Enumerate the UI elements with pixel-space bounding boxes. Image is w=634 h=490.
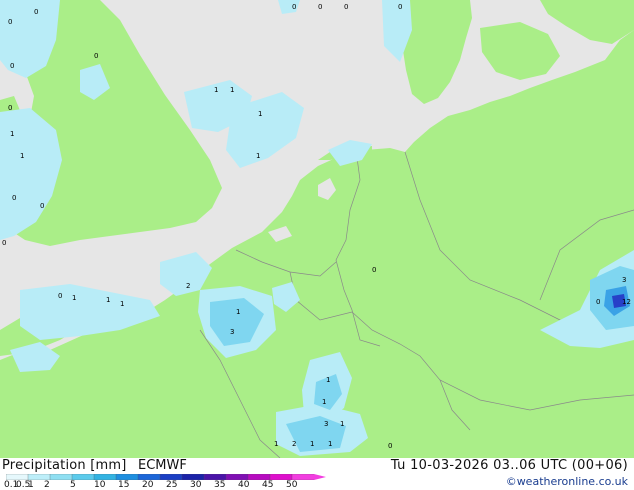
legend-tick-label: 15 xyxy=(118,480,130,490)
legend-tick-label: 10 xyxy=(94,480,106,490)
map-value: 1 xyxy=(328,440,332,448)
map-value: 1 xyxy=(322,398,326,406)
map-value: 0 xyxy=(8,18,12,26)
legend-tick-label: 1 xyxy=(28,480,34,490)
map-value: 1 xyxy=(258,110,262,118)
map-value: 0 xyxy=(40,202,44,210)
map-value: 0 xyxy=(34,8,38,16)
map-value: 3 xyxy=(230,328,234,336)
map-value: 1 xyxy=(106,296,110,304)
map-value: 1 xyxy=(256,152,260,160)
legend-tick-label: 35 xyxy=(214,480,226,490)
map-value: 1 xyxy=(310,440,314,448)
map-value: 2 xyxy=(186,282,190,290)
map-value: 1 xyxy=(340,420,344,428)
legend-tick-label: 5 xyxy=(70,480,76,490)
map-value: 1 xyxy=(236,308,240,316)
map-value: 0 xyxy=(398,3,402,11)
precipitation-map: 0 0 0 0 0 0 0 0 0 0 0 0 1 1 1 1 1 2 3 1 … xyxy=(0,0,634,458)
legend-ticks: 0.1 0.5 1 2 5 10 15 20 25 30 35 40 45 50 xyxy=(0,480,340,490)
map-value: 0 xyxy=(596,298,600,306)
map-value: 0 xyxy=(388,442,392,450)
map-value: 1 xyxy=(10,130,14,138)
legend-tick-label: 2 xyxy=(44,480,50,490)
legend-tick-label: 40 xyxy=(238,480,250,490)
map-value: 2 xyxy=(292,440,296,448)
legend-tick-label: 50 xyxy=(286,480,298,490)
map-value: 1 xyxy=(214,86,218,94)
legend-tick-label: 45 xyxy=(262,480,274,490)
map-value: 0 xyxy=(58,292,62,300)
map-value: 1 xyxy=(20,152,24,160)
map-value: 3 xyxy=(324,420,328,428)
map-value: 1 xyxy=(274,440,278,448)
map-value: 0 xyxy=(12,194,16,202)
site-credit[interactable]: ©weatheronline.co.uk xyxy=(506,475,628,489)
map-value: 0 xyxy=(318,3,322,11)
map-value: 1 xyxy=(230,86,234,94)
legend-tick-label: 30 xyxy=(190,480,202,490)
map-value: 1 xyxy=(120,300,124,308)
map-title: Precipitation [mm] xyxy=(2,458,127,473)
map-value: 0 xyxy=(292,3,296,11)
legend-tick-label: 20 xyxy=(142,480,154,490)
map-value: 0 xyxy=(372,266,376,274)
map-value: 0 xyxy=(8,104,12,112)
map-value: 12 xyxy=(622,298,631,306)
map-value: 0 xyxy=(10,62,14,70)
map-value: 0 xyxy=(2,239,6,247)
weather-map-view: 0 0 0 0 0 0 0 0 0 0 0 0 1 1 1 1 1 2 3 1 … xyxy=(0,0,634,490)
model-name: ECMWF xyxy=(138,458,187,473)
map-value: 0 xyxy=(344,3,348,11)
valid-time: Tu 10-03-2026 03..06 UTC (00+06) xyxy=(390,458,628,473)
map-value: 3 xyxy=(622,276,626,284)
map-footer: Precipitation [mm] ECMWF Tu 10-03-2026 0… xyxy=(0,458,634,490)
legend-tick-label: 25 xyxy=(166,480,178,490)
map-value: 1 xyxy=(72,294,76,302)
map-value: 1 xyxy=(326,376,330,384)
map-value: 0 xyxy=(94,52,98,60)
